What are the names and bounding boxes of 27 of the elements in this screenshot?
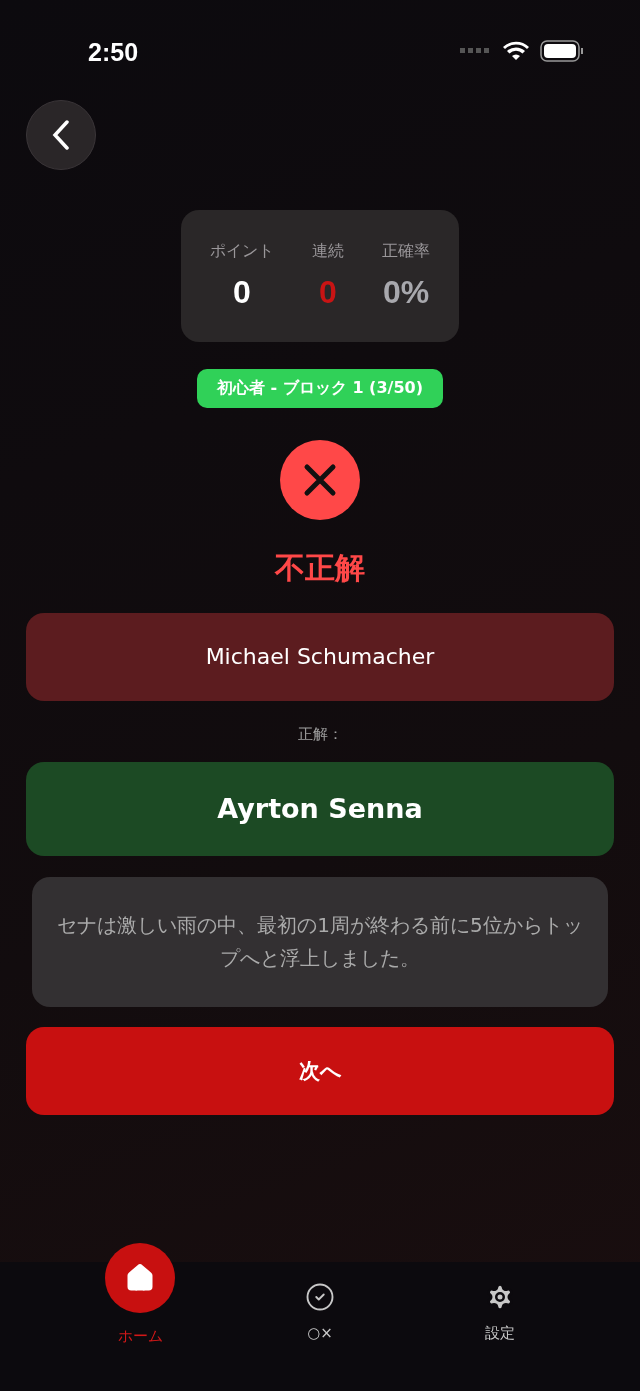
tab-item[interactable]: ○× <box>260 1282 380 1391</box>
stat-value: 0% <box>382 274 430 311</box>
close-icon <box>302 462 338 498</box>
correct-label: 正解： <box>297 725 343 744</box>
tab-item[interactable]: ホーム <box>80 1243 200 1391</box>
your-answer-card: Michael Schumacher <box>26 613 614 701</box>
explanation-card: セナは激しい雨の中、最初の1周が終わる前に5位からトップへと浮上しました。 <box>32 877 608 1007</box>
level-badge: 初心者 - ブロック 1 (3/50) <box>197 369 443 408</box>
tab-label: 設定 <box>485 1324 515 1343</box>
next-button[interactable]: 次へ <box>26 1027 614 1115</box>
status-time: 2:50 <box>88 38 139 67</box>
chevron-left-icon <box>51 120 71 150</box>
stat-label: 正確率 <box>382 241 430 262</box>
check-circle-icon <box>305 1282 335 1312</box>
stat-value: 0 <box>233 274 251 311</box>
stat-label: ポイント <box>210 241 274 262</box>
tab-label: ○× <box>307 1324 333 1342</box>
correct-answer-card: Ayrton Senna <box>26 762 614 856</box>
tab-item[interactable]: 設定 <box>440 1282 560 1391</box>
battery-icon <box>540 40 584 62</box>
stat-label: 連続 <box>312 241 344 262</box>
tab-label: ホーム <box>117 1327 163 1346</box>
result-text: 不正解 <box>275 549 365 587</box>
wifi-icon <box>502 41 530 61</box>
stat-value: 0 <box>319 274 337 311</box>
home-icon <box>125 1263 155 1293</box>
signal-icon <box>460 48 492 54</box>
